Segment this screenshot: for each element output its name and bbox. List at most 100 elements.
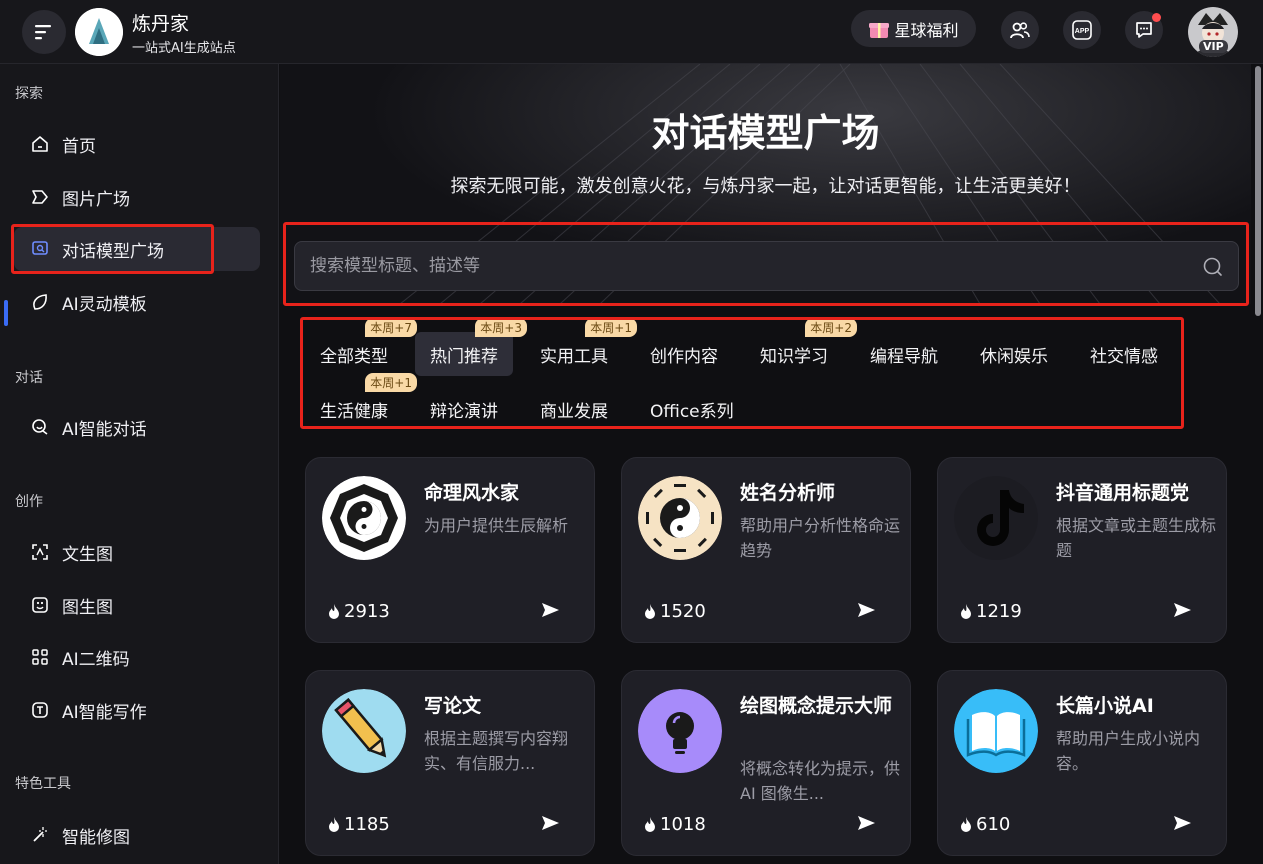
lightbulb-icon (638, 689, 722, 773)
sidebar-item-img2img[interactable]: 图生图 (14, 583, 260, 627)
sidebar-item-label: 文生图 (62, 544, 113, 565)
welfare-button[interactable]: 星球福利 (851, 10, 976, 47)
weekly-badge: 本周+1 (585, 318, 637, 337)
popularity-count: 1018 (660, 814, 706, 835)
card-title: 姓名分析师 (740, 482, 836, 504)
category-chip-learning[interactable]: 知识学习 本周+2 (745, 318, 857, 376)
sidebar-item-ai-chat[interactable]: AI智能对话 (14, 405, 260, 449)
brand-logo[interactable] (75, 8, 123, 56)
search-input[interactable] (310, 242, 1170, 290)
fire-icon (645, 603, 655, 619)
send-icon[interactable] (1172, 815, 1192, 831)
main-content: 对话模型广场 探索无限可能，激发创意火花，与炼丹家一起，让对话更智能，让生活更美… (280, 64, 1263, 864)
model-card[interactable]: 绘图概念提示大师 将概念转化为提示，供 AI 图像生... 1018 (621, 670, 911, 856)
sidebar-item-text2img[interactable]: 文生图 (14, 530, 260, 574)
category-chip-hot[interactable]: 热门推荐 本周+3 (415, 318, 527, 376)
sidebar-item-label: AI二维码 (62, 649, 130, 670)
card-popularity: 1018 (642, 814, 706, 835)
fire-icon (329, 816, 339, 832)
popularity-count: 1185 (344, 814, 390, 835)
model-card[interactable]: 长篇小说AI 帮助用户生成小说内容。 610 (937, 670, 1227, 856)
category-label: 辩论演讲 (430, 401, 498, 422)
category-chip-tools[interactable]: 实用工具 本周+1 (525, 318, 637, 376)
app-download-button[interactable]: APP (1063, 11, 1101, 49)
card-title: 绘图概念提示大师 (740, 695, 893, 717)
send-icon[interactable] (540, 815, 560, 831)
card-popularity: 1219 (958, 601, 1022, 622)
brand-tagline: 一站式AI生成站点 (132, 41, 236, 56)
model-card[interactable]: 抖音通用标题党 根据文章或主题生成标题 1219 (937, 457, 1227, 643)
sidebar-item-chat-square[interactable]: 对话模型广场 (14, 227, 260, 271)
community-button[interactable] (1001, 11, 1039, 49)
fire-icon (961, 816, 971, 832)
category-chip-office[interactable]: Office系列 (635, 387, 749, 431)
fire-icon (645, 816, 655, 832)
category-chip-debate[interactable]: 辩论演讲 (415, 387, 513, 431)
yinyang-icon (638, 476, 722, 560)
send-icon[interactable] (856, 815, 876, 831)
model-card[interactable]: 写论文 根据主题撰写内容翔实、有信服力... 1185 (305, 670, 595, 856)
page-subtitle: 探索无限可能，激发创意火花，与炼丹家一起，让对话更智能，让生活更美好！ (450, 176, 1081, 197)
sidebar-item-label: 首页 (62, 136, 96, 157)
category-chip-coding[interactable]: 编程导航 (855, 332, 953, 376)
send-icon[interactable] (856, 602, 876, 618)
category-label: 知识学习 (760, 346, 828, 367)
chat-icon (30, 417, 50, 437)
weekly-badge: 本周+7 (365, 318, 417, 337)
bagua-icon (322, 476, 406, 560)
sidebar-item-qrcode[interactable]: AI二维码 (14, 635, 260, 679)
search-icon[interactable] (1202, 256, 1224, 278)
category-chip-social[interactable]: 社交情感 (1075, 332, 1173, 376)
category-label: Office系列 (650, 401, 734, 422)
category-chip-all[interactable]: 全部类型 本周+7 (305, 318, 417, 376)
users-icon (1010, 22, 1030, 39)
search-bar (294, 241, 1239, 291)
magic-wand-icon (30, 825, 50, 845)
book-icon (954, 689, 1038, 773)
card-popularity: 1520 (642, 601, 706, 622)
category-chip-business[interactable]: 商业发展 (525, 387, 623, 431)
model-card[interactable]: 姓名分析师 帮助用户分析性格命运趋势 1520 (621, 457, 911, 643)
popularity-count: 2913 (344, 601, 390, 622)
category-label: 实用工具 (540, 346, 608, 367)
vip-badge: VIP (1199, 40, 1228, 53)
sidebar-item-home[interactable]: 首页 (14, 122, 260, 166)
card-description: 根据文章或主题生成标题 (1056, 516, 1216, 560)
card-title: 写论文 (424, 695, 482, 717)
send-icon[interactable] (1172, 602, 1192, 618)
sidebar-item-label: 图片广场 (62, 189, 130, 210)
page-title: 对话模型广场 (651, 111, 880, 155)
gift-icon (869, 22, 890, 38)
category-label: 创作内容 (650, 346, 718, 367)
sidebar-item-ai-template[interactable]: AI灵动模板 (14, 280, 260, 324)
welfare-label: 星球福利 (894, 20, 959, 40)
messages-button[interactable] (1125, 11, 1163, 49)
text-box-icon (30, 700, 50, 720)
popularity-count: 610 (976, 814, 1011, 835)
chat-search-icon (30, 239, 50, 259)
qrcode-icon (30, 647, 50, 667)
send-icon[interactable] (540, 602, 560, 618)
weekly-badge: 本周+1 (365, 373, 417, 392)
model-card[interactable]: 命理风水家 为用户提供生辰解析 2913 (305, 457, 595, 643)
sidebar-item-image-square[interactable]: 图片广场 (14, 175, 260, 219)
category-label: 全部类型 (320, 346, 388, 367)
tag-icon (30, 187, 50, 207)
sidebar-item-writing[interactable]: AI智能写作 (14, 688, 260, 732)
app-icon: APP (1072, 20, 1092, 40)
app-label: APP (1075, 28, 1090, 35)
menu-toggle-button[interactable] (22, 10, 66, 54)
card-popularity: 2913 (326, 601, 390, 622)
page-scrollbar[interactable] (1255, 66, 1261, 316)
category-chip-creation[interactable]: 创作内容 (635, 332, 733, 376)
tiktok-icon (954, 476, 1038, 560)
category-chip-leisure[interactable]: 休闲娱乐 (965, 332, 1063, 376)
sidebar-item-label: 对话模型广场 (62, 241, 164, 262)
weekly-badge: 本周+3 (475, 318, 527, 337)
card-popularity: 1185 (326, 814, 390, 835)
category-chip-health[interactable]: 生活健康 本周+1 (305, 373, 417, 431)
section-title-explore: 探索 (15, 86, 43, 102)
card-description: 将概念转化为提示，供 AI 图像生... (740, 759, 900, 803)
category-label: 社交情感 (1090, 346, 1158, 367)
sidebar-item-retouch[interactable]: 智能修图 (14, 813, 260, 857)
